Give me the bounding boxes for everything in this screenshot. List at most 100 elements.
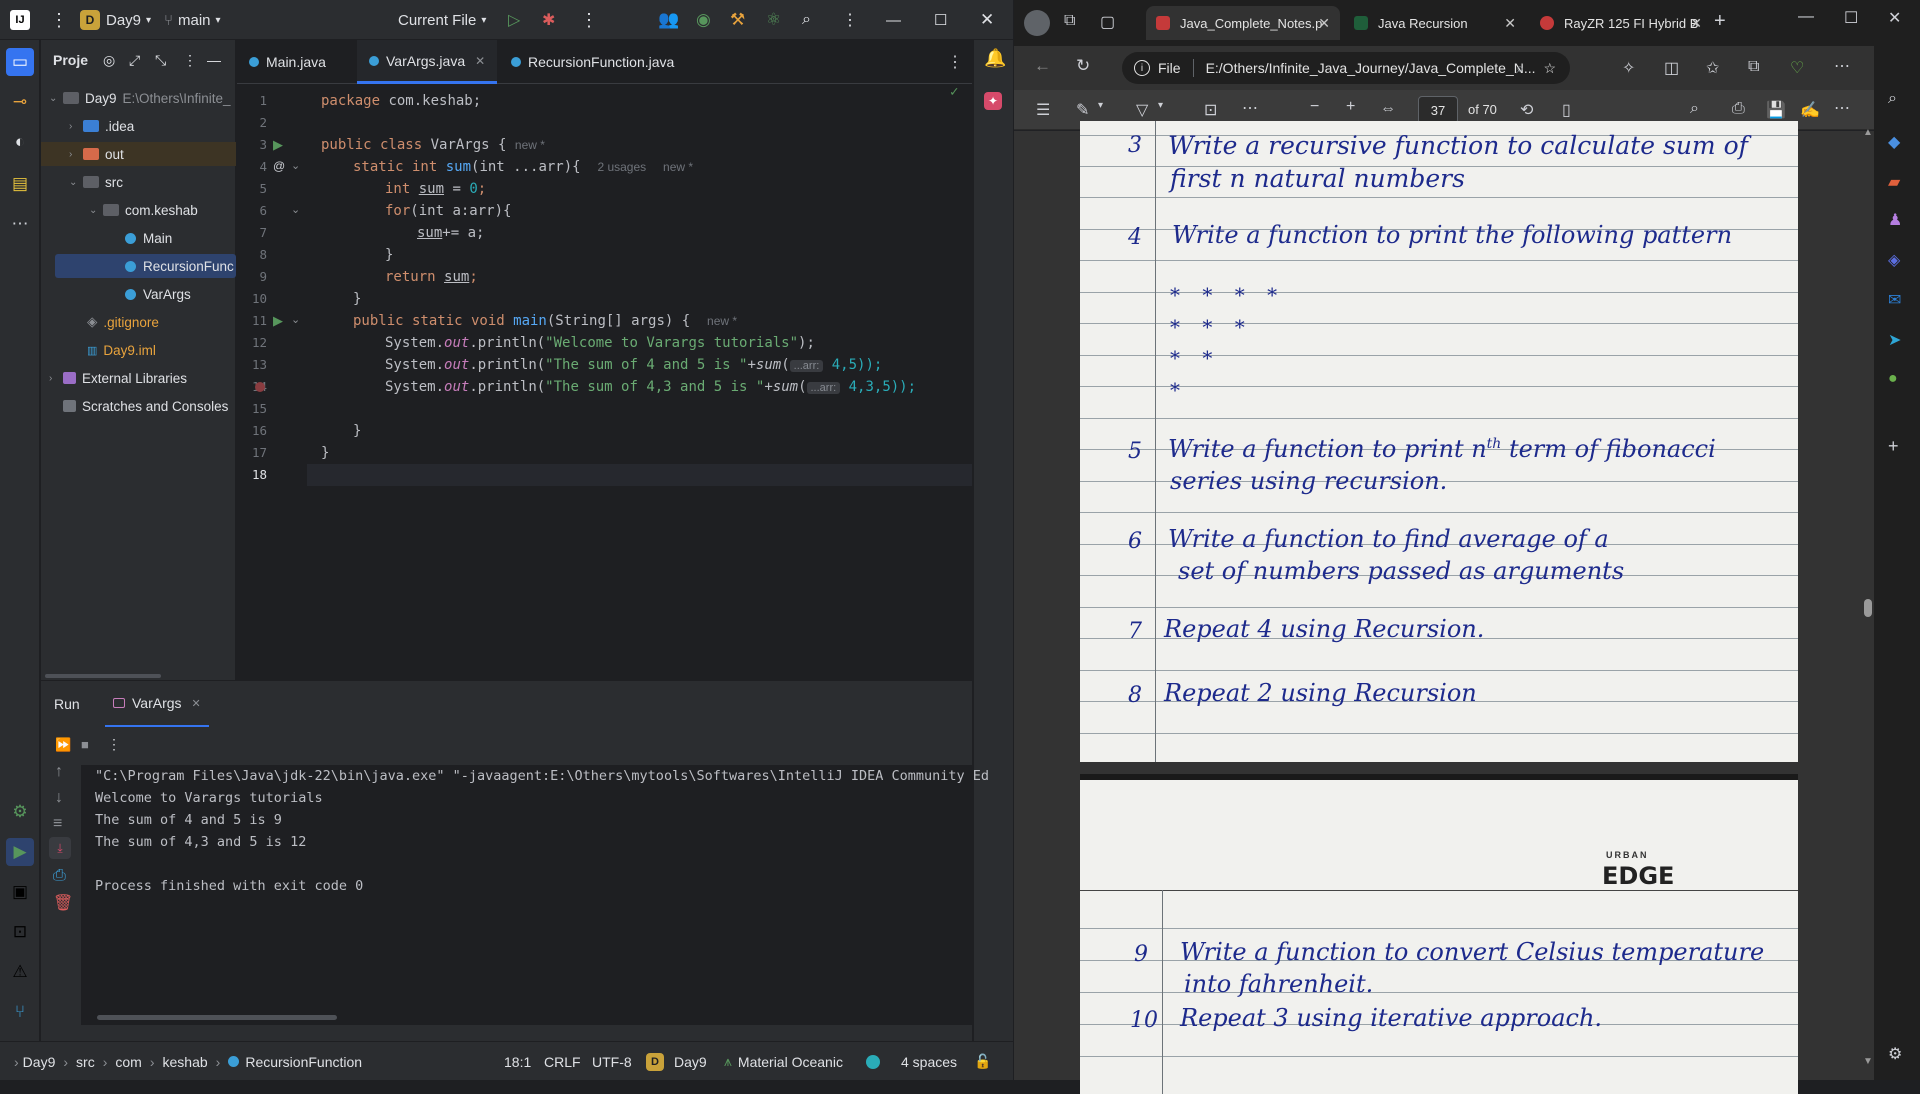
ai-assistant-icon[interactable]: ⚛ (766, 0, 781, 40)
ai-plugin-icon[interactable]: ✦ (984, 92, 1002, 110)
print-icon[interactable]: ⎙ (53, 867, 66, 885)
more-tools-icon[interactable]: ⋯ (1242, 98, 1258, 118)
sidebar-shopping-icon[interactable]: ◆ (1888, 132, 1900, 152)
chevron-down-icon[interactable]: ▾ (1098, 100, 1103, 111)
status-circle-icon[interactable] (866, 1042, 880, 1081)
tab-recursion-function-java[interactable]: RecursionFunction.java (499, 40, 686, 84)
favorite-star-icon[interactable]: ☆ (1543, 60, 1556, 77)
services-icon[interactable]: ⚙ (6, 798, 34, 826)
line-separator[interactable]: CRLF (544, 1042, 581, 1081)
tree-item-src[interactable]: ⌄ src (69, 170, 123, 194)
commit-icon[interactable]: ⊸ (6, 88, 34, 116)
text-icon[interactable]: ⊡ (1204, 100, 1217, 120)
notifications-icon[interactable]: 🔔 (984, 48, 1006, 69)
maximize-icon[interactable]: ☐ (1844, 8, 1858, 28)
run-class-icon[interactable]: ▶ (273, 137, 283, 153)
page-number-input[interactable]: 37 (1418, 96, 1458, 124)
zoom-out-icon[interactable]: − (1310, 98, 1319, 116)
fold-icon[interactable]: ⌄ (291, 313, 300, 326)
browser-tab-java-recursion[interactable]: Java Recursion ✕ (1344, 6, 1526, 40)
run-config-tab[interactable]: VarArgs ✕ (105, 681, 209, 727)
down-arrow-icon[interactable]: ↓ (55, 789, 63, 807)
run-icon[interactable]: ▷ (508, 0, 520, 40)
settings-more-icon[interactable]: ⋯ (1834, 56, 1850, 76)
theme-indicator[interactable]: ⩚ Material Oceanic (724, 1042, 843, 1081)
expand-all-icon[interactable]: ⤢ (129, 52, 140, 69)
address-field[interactable]: i File E:/Others/Infinite_Java_Journey/J… (1122, 52, 1570, 84)
breadcrumb-item[interactable]: RecursionFunction (245, 1054, 362, 1070)
git-icon[interactable]: ⑂ (6, 998, 34, 1026)
cursor-position[interactable]: 18:1 (504, 1042, 531, 1081)
breadcrumb-item[interactable]: Day9 (23, 1054, 56, 1070)
chevron-down-icon[interactable]: ▾ (1158, 100, 1163, 111)
tab-options-icon[interactable]: ⋮ (947, 52, 963, 72)
tree-item-external-libraries[interactable]: › External Libraries (49, 366, 187, 390)
highlight-icon[interactable]: ✎ (1076, 100, 1089, 120)
zoom-icon[interactable]: ⌕ (1516, 60, 1524, 77)
maximize-icon[interactable]: ☐ (934, 0, 947, 40)
scroll-to-end-icon[interactable]: ⤓ (49, 837, 71, 859)
project-panel-title[interactable]: Proje (53, 52, 88, 68)
locate-icon[interactable]: ◎ (103, 52, 115, 69)
breadcrumb-item[interactable]: src (76, 1054, 95, 1070)
close-window-icon[interactable]: ✕ (1888, 8, 1901, 28)
problems-icon[interactable]: ⚠ (6, 958, 34, 986)
indent-setting[interactable]: 4 spaces (901, 1042, 957, 1081)
branch-switcher[interactable]: ⑂ main ▾ (164, 0, 221, 40)
tree-item-scratches[interactable]: Scratches and Consoles (63, 394, 228, 418)
browser-essentials-icon[interactable]: ♡ (1790, 58, 1804, 78)
structure-icon[interactable]: ▤ (6, 170, 34, 198)
close-tab-icon[interactable]: ✕ (475, 54, 485, 68)
info-icon[interactable]: i (1134, 60, 1150, 76)
workspaces-icon[interactable]: ⧉ (1064, 12, 1075, 30)
collections-icon[interactable]: ⧉ (1748, 58, 1759, 76)
sidebar-games-icon[interactable]: ♟ (1888, 210, 1902, 230)
profile-avatar-icon[interactable] (1024, 10, 1050, 36)
project-panel-scrollbar[interactable] (45, 674, 161, 678)
scroll-down-icon[interactable]: ▼ (1863, 1056, 1873, 1067)
database-icon[interactable]: ▣ (6, 878, 34, 906)
refresh-icon[interactable]: ↻ (1076, 56, 1090, 76)
favorites-icon[interactable]: ✩ (1706, 58, 1719, 78)
sidebar-tools-icon[interactable]: ▰ (1888, 172, 1900, 192)
breadcrumb-item[interactable]: com (115, 1054, 141, 1070)
options-icon[interactable]: ⋮ (183, 52, 197, 69)
draw-icon[interactable]: ▽ (1136, 100, 1148, 120)
lock-icon[interactable]: 🔓 (974, 1042, 991, 1081)
tree-item-main[interactable]: Main (125, 226, 172, 250)
code-with-me-icon[interactable]: 👥 (658, 0, 679, 40)
pdf-more-icon[interactable]: ⋯ (1834, 98, 1850, 118)
sidebar-extension-icon[interactable]: ● (1888, 370, 1898, 388)
no-problems-check-icon[interactable]: ✓ (950, 84, 958, 100)
rotate-icon[interactable]: ⟲ (1520, 100, 1533, 120)
close-icon[interactable]: ✕ (980, 0, 994, 40)
close-icon[interactable]: ✕ (192, 697, 201, 710)
run-tool-icon[interactable]: ▶ (6, 838, 34, 866)
back-icon[interactable]: ← (1034, 56, 1051, 76)
fold-icon[interactable]: ⌄ (291, 159, 300, 172)
up-arrow-icon[interactable]: ↑ (55, 763, 63, 781)
code-area[interactable]: package com.keshab; public class VarArgs… (307, 84, 972, 680)
project-switcher[interactable]: D Day9 ▾ (80, 0, 151, 40)
tab-actions-icon[interactable]: ▢ (1100, 12, 1115, 32)
zoom-in-icon[interactable]: + (1346, 98, 1355, 116)
tree-item-out[interactable]: › out (41, 142, 236, 166)
new-tab-icon[interactable]: + (1714, 10, 1726, 33)
close-tab-icon[interactable]: ✕ (1318, 15, 1330, 32)
tree-root-day9[interactable]: ⌄ Day9 E:\Others\Infinite_ (49, 86, 231, 110)
browser-tab-rayzr[interactable]: RayZR 125 FI Hybrid B ✕ (1530, 6, 1712, 40)
soft-wrap-icon[interactable]: ≡ (53, 815, 62, 833)
override-marker-icon[interactable]: @ (273, 159, 285, 173)
scroll-up-icon[interactable]: ▲ (1863, 127, 1873, 138)
record-icon[interactable]: ◉ (696, 0, 711, 40)
console-output[interactable]: "C:\Program Files\Java\jdk-22\bin\java.e… (81, 765, 989, 1025)
status-project[interactable]: D Day9 (646, 1042, 707, 1081)
console-horizontal-scrollbar[interactable] (97, 1015, 337, 1020)
fit-page-icon[interactable]: ⇔ (1380, 100, 1396, 118)
print-icon[interactable]: ⎙ (1732, 100, 1745, 118)
more-tools-icon[interactable]: ⋯ (6, 210, 34, 238)
run-config-selector[interactable]: Current File ▾ (398, 0, 486, 40)
tree-item-recursion-function[interactable]: RecursionFunc (55, 254, 236, 278)
extensions-icon[interactable]: ✧ (1622, 58, 1635, 78)
sidebar-copilot-icon[interactable]: ◈ (1888, 250, 1900, 270)
